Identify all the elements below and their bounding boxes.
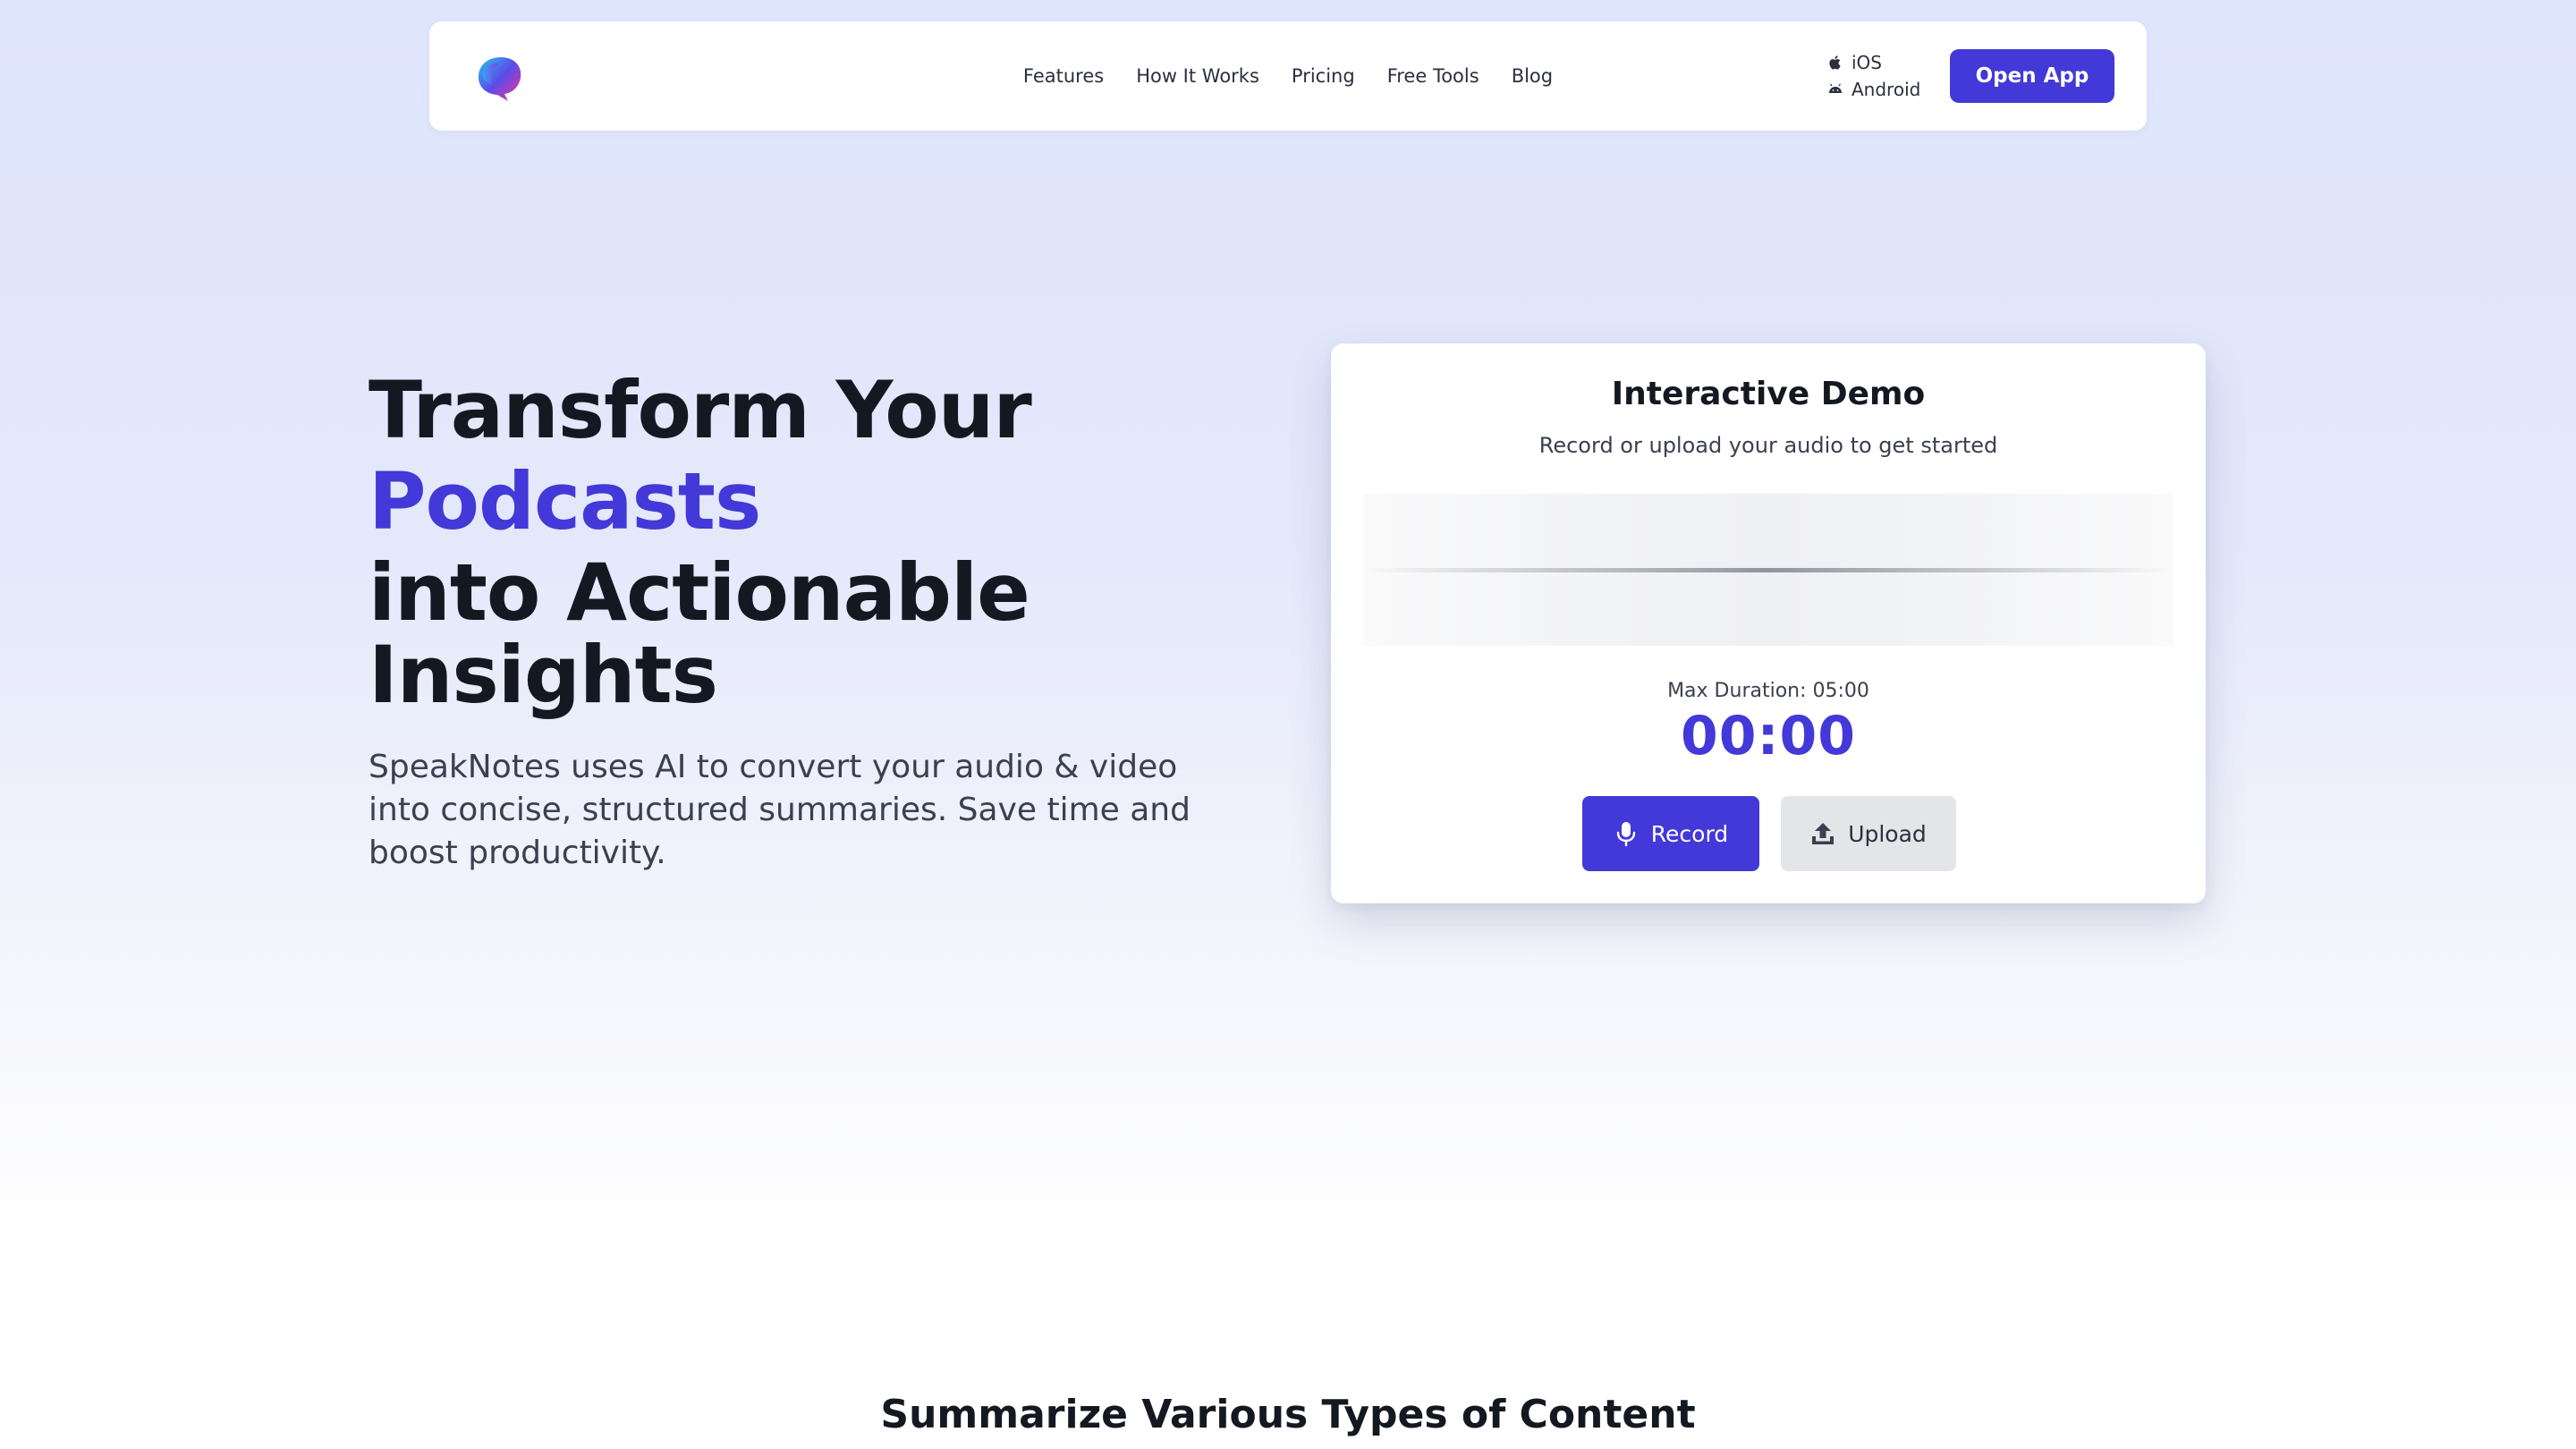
- hero-title: Transform Your Podcasts into Actionable …: [369, 364, 1032, 721]
- speaknotes-logo-icon[interactable]: [472, 54, 526, 104]
- app-store-links: iOS Android: [1826, 52, 1920, 100]
- content-types-heading: Summarize Various Types of Content: [880, 1392, 1696, 1437]
- navbar: Features How It Works Pricing Free Tools…: [429, 21, 2147, 131]
- upload-button[interactable]: Upload: [1781, 796, 1956, 871]
- max-duration-label: Max Duration: 05:00: [1667, 680, 1869, 702]
- hero-title-accent: Podcasts: [369, 455, 761, 547]
- android-label: Android: [1852, 79, 1921, 100]
- nav-link-blog[interactable]: Blog: [1512, 65, 1553, 87]
- audio-waveform: [1363, 494, 2174, 646]
- open-app-button[interactable]: Open App: [1950, 49, 2114, 103]
- nav-link-how-it-works[interactable]: How It Works: [1136, 65, 1259, 87]
- hero-title-line1: Transform Your: [369, 364, 1032, 456]
- hero-title-line4: Insights: [369, 629, 718, 721]
- android-store-link[interactable]: Android: [1826, 79, 1920, 100]
- nav-link-free-tools[interactable]: Free Tools: [1387, 65, 1479, 87]
- apple-icon: [1829, 55, 1841, 70]
- ios-store-link[interactable]: iOS: [1826, 52, 1920, 73]
- recording-timer: 00:00: [1681, 705, 1856, 767]
- record-button[interactable]: Record: [1582, 796, 1759, 871]
- hero-title-line3: into Actionable: [369, 547, 1030, 639]
- interactive-demo-card: Interactive Demo Record or upload your a…: [1331, 343, 2206, 903]
- nav-link-features[interactable]: Features: [1023, 65, 1104, 87]
- demo-subtitle: Record or upload your audio to get start…: [1538, 433, 1998, 458]
- upload-button-label: Upload: [1848, 820, 1927, 847]
- upload-icon: [1812, 823, 1835, 844]
- android-icon: [1829, 83, 1842, 93]
- hero-subtitle: SpeakNotes uses AI to convert your audio…: [369, 749, 1191, 871]
- demo-title: Interactive Demo: [1611, 376, 1926, 412]
- microphone-icon: [1616, 822, 1635, 847]
- ios-label: iOS: [1852, 52, 1882, 73]
- nav-link-pricing[interactable]: Pricing: [1292, 65, 1355, 87]
- record-button-label: Record: [1650, 820, 1729, 847]
